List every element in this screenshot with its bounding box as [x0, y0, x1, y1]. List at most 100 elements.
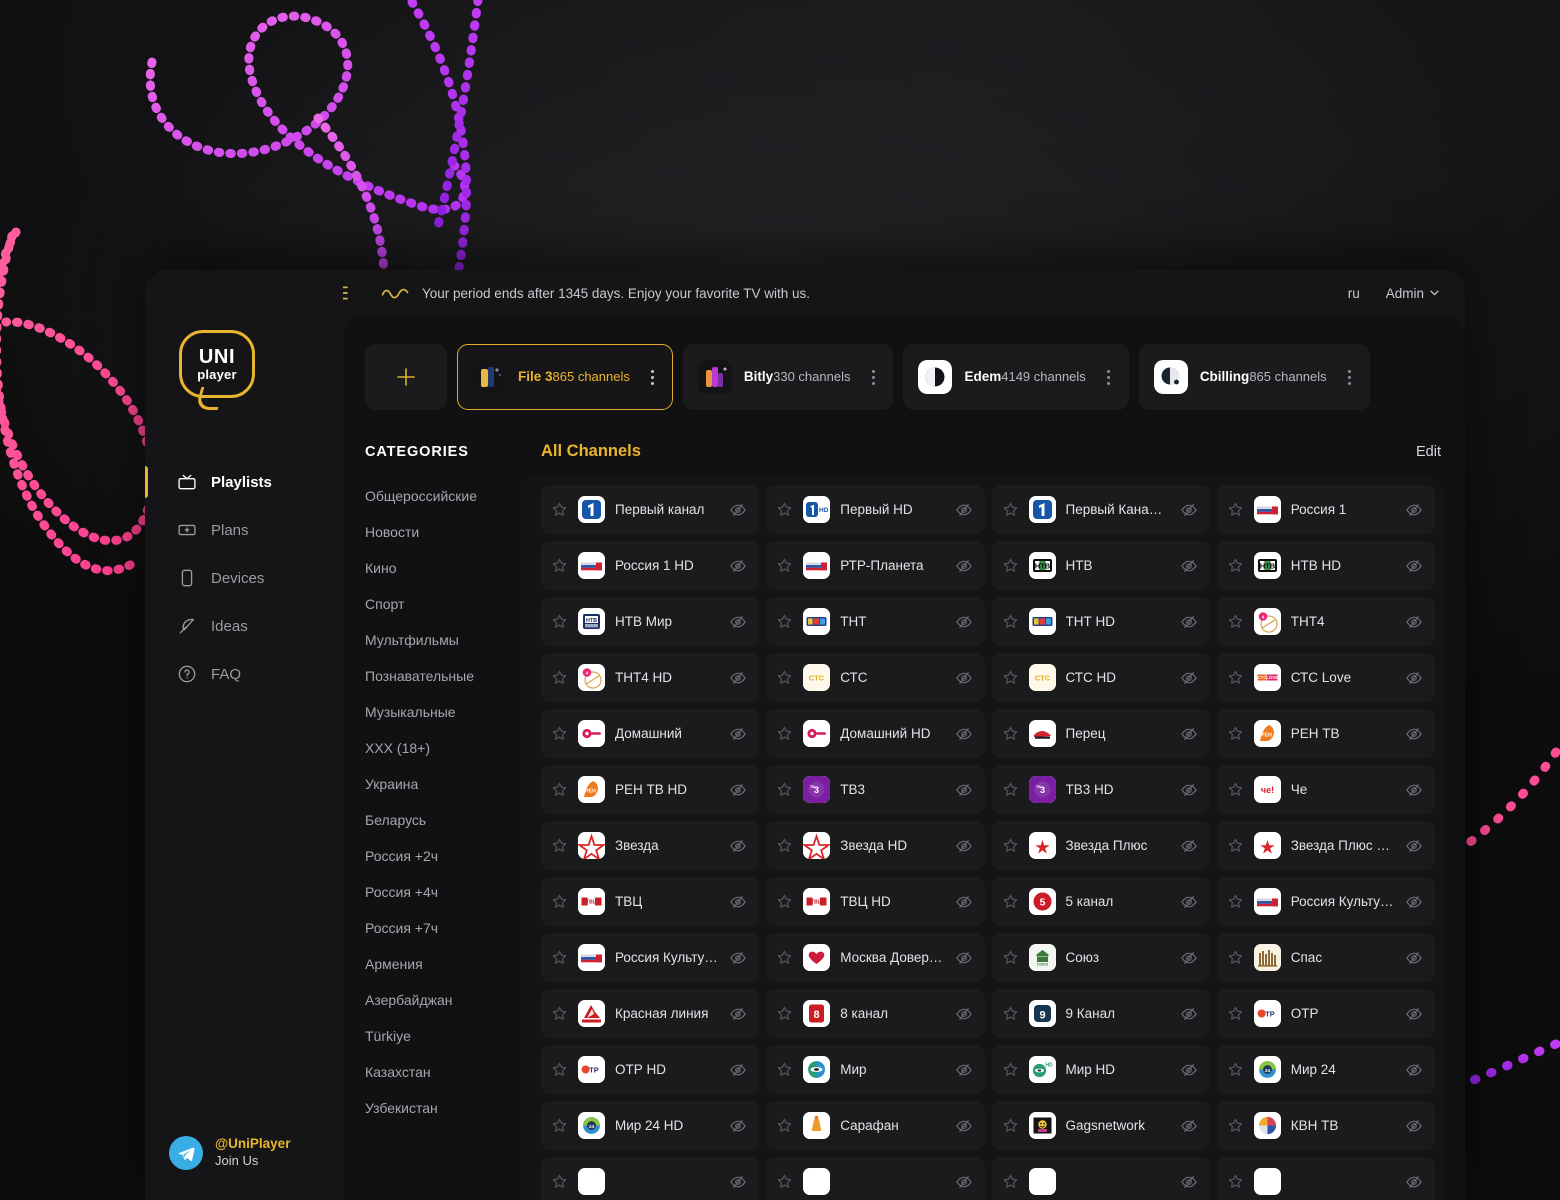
category-item[interactable]: Türkiye — [365, 1018, 519, 1054]
category-item[interactable]: Россия +7ч — [365, 910, 519, 946]
star-outline-icon[interactable] — [551, 893, 568, 910]
star-outline-icon[interactable] — [1002, 893, 1019, 910]
channel-card[interactable]: 24Мир 24 HD — [541, 1101, 759, 1150]
category-item[interactable]: Азербайджан — [365, 982, 519, 1018]
channel-card[interactable]: РЕНРЕН ТВ — [1217, 709, 1435, 758]
channel-card[interactable]: НТВНТВ HD — [1217, 541, 1435, 590]
sidebar-item-faq[interactable]: FAQ — [145, 650, 343, 698]
eye-hidden-icon[interactable] — [729, 949, 747, 967]
eye-hidden-icon[interactable] — [729, 669, 747, 687]
edit-button[interactable]: Edit — [1416, 444, 1441, 460]
star-outline-icon[interactable] — [1227, 781, 1244, 798]
star-outline-icon[interactable] — [1002, 1005, 1019, 1022]
channel-card[interactable]: Спас — [1217, 933, 1435, 982]
eye-hidden-icon[interactable] — [955, 557, 973, 575]
channel-card[interactable]: Звезда HD — [766, 821, 984, 870]
channel-card[interactable]: ТРОТР — [1217, 989, 1435, 1038]
channel-card[interactable]: ТНТ — [766, 597, 984, 646]
channel-card[interactable]: НТВНТВ — [992, 541, 1210, 590]
channel-card[interactable]: Россия Культу… — [1217, 877, 1435, 926]
star-outline-icon[interactable] — [1227, 501, 1244, 518]
eye-hidden-icon[interactable] — [1180, 837, 1198, 855]
playlist-menu-button[interactable] — [642, 370, 664, 385]
channel-card[interactable]: КВН ТВ — [1217, 1101, 1435, 1150]
channel-card[interactable]: Москва Довер… — [766, 933, 984, 982]
star-outline-icon[interactable] — [1002, 557, 1019, 574]
channel-card[interactable] — [541, 1157, 759, 1200]
star-outline-icon[interactable] — [1002, 501, 1019, 518]
channel-card[interactable] — [992, 1157, 1210, 1200]
sidebar-item-devices[interactable]: Devices — [145, 554, 343, 602]
eye-hidden-icon[interactable] — [1405, 893, 1423, 911]
eye-hidden-icon[interactable] — [729, 1173, 747, 1191]
eye-hidden-icon[interactable] — [729, 557, 747, 575]
eye-hidden-icon[interactable] — [1405, 725, 1423, 743]
playlist-menu-button[interactable] — [862, 370, 884, 385]
star-outline-icon[interactable] — [776, 1173, 793, 1190]
star-outline-icon[interactable] — [551, 613, 568, 630]
eye-hidden-icon[interactable] — [955, 1061, 973, 1079]
star-outline-icon[interactable] — [551, 557, 568, 574]
category-item[interactable]: Мультфильмы — [365, 622, 519, 658]
star-outline-icon[interactable] — [551, 781, 568, 798]
star-outline-icon[interactable] — [551, 1061, 568, 1078]
channel-card[interactable]: РТР-Планета — [766, 541, 984, 590]
star-outline-icon[interactable] — [1002, 1117, 1019, 1134]
channel-card[interactable]: Россия Культу… — [541, 933, 759, 982]
playlist-tab[interactable]: Edem4149 channels — [903, 344, 1128, 410]
star-outline-icon[interactable] — [551, 1117, 568, 1134]
channel-card[interactable]: 24Мир 24 — [1217, 1045, 1435, 1094]
channel-card[interactable]: 99 Канал — [992, 989, 1210, 1038]
playlist-menu-button[interactable] — [1339, 370, 1361, 385]
star-outline-icon[interactable] — [1227, 669, 1244, 686]
eye-hidden-icon[interactable] — [955, 1005, 973, 1023]
star-outline-icon[interactable] — [1227, 1117, 1244, 1134]
category-item[interactable]: Общероссийские — [365, 478, 519, 514]
channel-card[interactable]: Сарафан — [766, 1101, 984, 1150]
star-outline-icon[interactable] — [776, 669, 793, 686]
eye-hidden-icon[interactable] — [729, 893, 747, 911]
eye-hidden-icon[interactable] — [955, 837, 973, 855]
star-outline-icon[interactable] — [1227, 557, 1244, 574]
category-item[interactable]: Познавательные — [365, 658, 519, 694]
channel-card[interactable]: 3ТВТВ3 — [766, 765, 984, 814]
star-outline-icon[interactable] — [776, 1061, 793, 1078]
eye-hidden-icon[interactable] — [729, 781, 747, 799]
channel-card[interactable]: Gagsnetwork — [992, 1101, 1210, 1150]
star-outline-icon[interactable] — [1227, 1173, 1244, 1190]
category-item[interactable]: Спорт — [365, 586, 519, 622]
channel-card[interactable]: Звезда — [541, 821, 759, 870]
eye-hidden-icon[interactable] — [1180, 725, 1198, 743]
star-outline-icon[interactable] — [1002, 949, 1019, 966]
app-logo[interactable]: UNI player — [179, 330, 343, 398]
star-outline-icon[interactable] — [776, 949, 793, 966]
eye-hidden-icon[interactable] — [955, 1117, 973, 1135]
star-outline-icon[interactable] — [776, 557, 793, 574]
eye-hidden-icon[interactable] — [1180, 1173, 1198, 1191]
star-outline-icon[interactable] — [776, 781, 793, 798]
channel-card[interactable]: CTCСТС — [766, 653, 984, 702]
eye-hidden-icon[interactable] — [729, 837, 747, 855]
category-item[interactable]: Музыкальные — [365, 694, 519, 730]
channel-card[interactable]: HDПервый HD — [766, 485, 984, 534]
channel-card[interactable]: РЕНРЕН ТВ HD — [541, 765, 759, 814]
channel-card[interactable]: Россия 1 HD — [541, 541, 759, 590]
star-outline-icon[interactable] — [1227, 1061, 1244, 1078]
eye-hidden-icon[interactable] — [1405, 1117, 1423, 1135]
eye-hidden-icon[interactable] — [1405, 837, 1423, 855]
eye-hidden-icon[interactable] — [1180, 949, 1198, 967]
eye-hidden-icon[interactable] — [955, 781, 973, 799]
star-outline-icon[interactable] — [776, 1117, 793, 1134]
star-outline-icon[interactable] — [776, 501, 793, 518]
star-outline-icon[interactable] — [776, 893, 793, 910]
star-outline-icon[interactable] — [1227, 613, 1244, 630]
channel-card[interactable]: Домашний HD — [766, 709, 984, 758]
eye-hidden-icon[interactable] — [955, 725, 973, 743]
channel-card[interactable]: Первый Канал … — [992, 485, 1210, 534]
sidebar-item-plans[interactable]: Plans — [145, 506, 343, 554]
sidebar-item-playlists[interactable]: Playlists — [145, 458, 343, 506]
eye-hidden-icon[interactable] — [1180, 1117, 1198, 1135]
channel-card[interactable]: Первый канал — [541, 485, 759, 534]
eye-hidden-icon[interactable] — [955, 949, 973, 967]
eye-hidden-icon[interactable] — [955, 1173, 973, 1191]
